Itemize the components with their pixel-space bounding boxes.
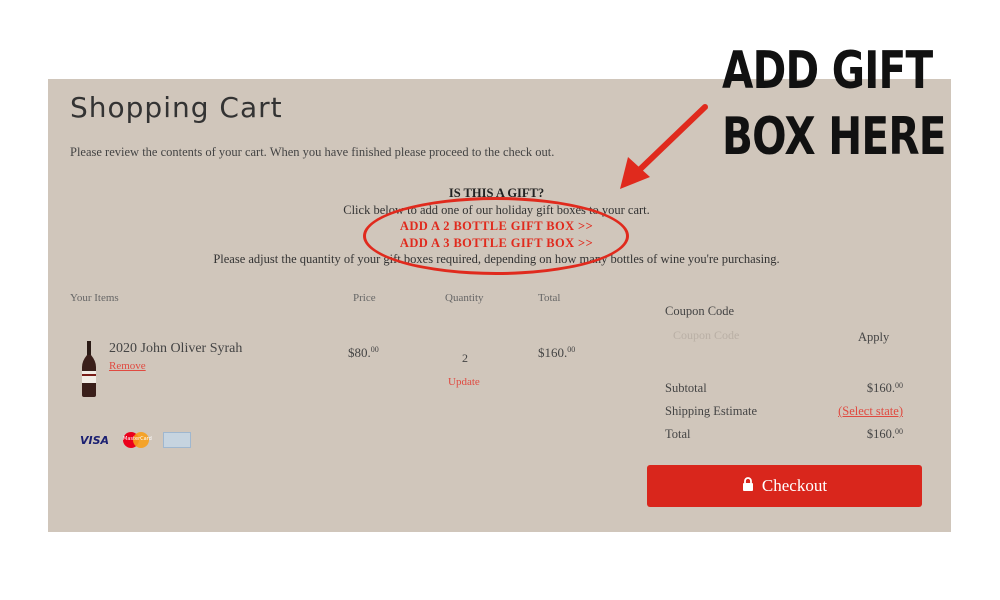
mastercard-icon: MasterCard [123, 432, 152, 448]
column-header-quantity: Quantity [445, 292, 484, 304]
update-quantity-link[interactable]: Update [448, 376, 480, 388]
intro-text: Please review the contents of your cart.… [70, 145, 555, 159]
shipping-label: Shipping Estimate [665, 404, 758, 418]
checkout-label: Checkout [761, 476, 828, 495]
amex-icon [163, 432, 192, 448]
select-state-link[interactable]: (Select state) [838, 404, 903, 418]
coupon-input[interactable] [665, 325, 861, 345]
shipping-value: (Select state) [838, 404, 903, 419]
visa-icon: VISA [80, 433, 110, 447]
column-header-items: Your Items [70, 292, 119, 304]
lock-icon [742, 476, 754, 496]
item-name: 2020 John Oliver Syrah [109, 341, 243, 356]
subtotal-value: $160.00 [866, 381, 903, 395]
column-header-total: Total [538, 292, 561, 304]
annotation-line-1: ADD GIFT [722, 41, 933, 101]
item-quantity[interactable]: 2 [462, 351, 468, 366]
total-value: $160.00 [866, 427, 903, 441]
wine-bottle-image [79, 341, 99, 397]
checkout-button[interactable]: Checkout [647, 465, 922, 507]
coupon-label: Coupon Code [665, 304, 735, 318]
column-header-price: Price [353, 292, 376, 304]
red-arrow-icon [620, 104, 708, 189]
item-total: $160.00 [538, 345, 576, 360]
annotation-line-2: BOX HERE [722, 107, 946, 167]
subtotal-label: Subtotal [665, 381, 707, 395]
apply-coupon-button[interactable]: Apply [858, 330, 889, 345]
page-title: Shopping Cart [70, 91, 283, 124]
item-price: $80.00 [348, 345, 379, 360]
remove-item-link[interactable]: Remove [109, 360, 146, 372]
total-label: Total [665, 427, 691, 441]
payment-icons: VISA MasterCard [80, 432, 192, 448]
annotation-text: ADD GIFT BOX HERE [722, 38, 946, 170]
gift-box-highlight-oval [363, 197, 629, 275]
